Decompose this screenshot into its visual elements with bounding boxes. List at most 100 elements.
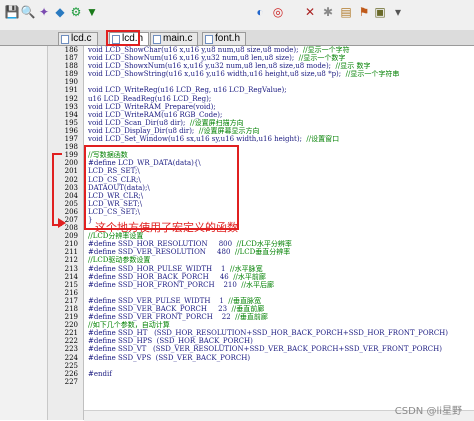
code-comment: //垂直前廊 (231, 305, 265, 313)
line-number: 215 (64, 280, 78, 289)
code-line[interactable]: 196 void LCD_Display_Dir(u8 dir); //设置屏幕显… (48, 127, 474, 135)
code-statement: #define SSD_HT (SSD_HOR_RESOLUTION+SSD_H… (88, 329, 449, 338)
code-line[interactable]: 192 u16 LCD_ReadReg(u16 LCD_Reg); (48, 95, 474, 103)
code-line[interactable]: 219 #define SSD_VER_FRONT_PORCH 22 //垂直前廊 (48, 313, 474, 321)
code-comment: //显示一个字符 (302, 46, 350, 54)
code-line[interactable]: 222 #define SSD_HPS (SSD_HOR_BACK_PORCH) (48, 337, 474, 345)
code-text: void LCD_Display_Dir(u8 dir); //设置屏幕显示方向 (88, 127, 259, 135)
code-text: #define SSD_VPS (SSD_VER_BACK_PORCH) (88, 354, 250, 362)
code-text: void LCD_Scan_Dir(u8 dir); //设置屏扫描方向 (88, 119, 244, 127)
code-text: void LCD_WriteReg(u16 LCD_Reg, u16 LCD_R… (88, 86, 287, 94)
code-comment: //水平后廊 (241, 280, 275, 289)
line-number: 222 (64, 337, 78, 346)
line-number: 186 (64, 46, 78, 54)
line-number: 210 (64, 240, 78, 249)
code-line[interactable]: 225 (48, 362, 474, 370)
code-line[interactable]: 190 (48, 78, 474, 86)
target-icon[interactable]: ◎ (270, 4, 286, 20)
code-statement: u16 LCD_ReadReg(u16 LCD_Reg); (88, 94, 212, 103)
code-line[interactable]: 215 #define SSD_HOR_FRONT_PORCH 210 //水平后… (48, 281, 474, 289)
file-icon (153, 34, 161, 44)
code-line[interactable]: 195 void LCD_Scan_Dir(u8 dir); //设置屏扫描方向 (48, 119, 474, 127)
code-line[interactable]: 227 (48, 378, 474, 386)
find-icon[interactable]: 🔍 (20, 4, 36, 20)
code-comment: //显示一个字符串 (345, 70, 400, 79)
code-line[interactable]: 226 #endif (48, 370, 474, 378)
x-icon[interactable]: ✕ (302, 4, 318, 20)
line-number: 209 (64, 232, 78, 241)
line-number: 198 (64, 143, 78, 152)
code-text: #define SSD_VER_BACK_PORCH 23 //垂直前廊 (88, 305, 264, 313)
code-statement: #define SSD_VER_BACK_PORCH 23 (88, 305, 228, 313)
line-number: 216 (64, 288, 78, 297)
wand-icon[interactable]: ✦ (36, 4, 52, 20)
tab-label: main.c (163, 33, 193, 44)
code-line[interactable]: 214 #define SSD_HOR_BACK_PORCH 46 //水平前廊 (48, 273, 474, 281)
code-line[interactable]: 197 void LCD_Set_Window(u16 sx,u16 sy,u16… (48, 135, 474, 143)
code-line[interactable]: 189 void LCD_ShowString(u16 x,u16 y,u16 w… (48, 70, 474, 78)
code-line[interactable]: 191 void LCD_WriteReg(u16 LCD_Reg, u16 LC… (48, 86, 474, 94)
code-statement: #define SSD_VER_PULSE_WIDTH 1 (88, 296, 224, 305)
book-icon[interactable]: ▣ (372, 4, 388, 20)
code-line[interactable]: 186 void LCD_ShowChar(u16 x,u16 y,u8 num,… (48, 46, 474, 54)
code-line[interactable]: 213 #define SSD_HOR_PULSE_WIDTH 1 //水平脉宽 (48, 265, 474, 273)
code-line[interactable]: 216 (48, 289, 474, 297)
debug-icon[interactable]: ◐ (252, 4, 268, 20)
code-statement: void LCD_ShowChar(u16 x,u16 y,u8 num,u8 … (88, 46, 299, 54)
cog-icon[interactable]: ✱ (320, 4, 336, 20)
code-statement: void LCD_Scan_Dir(u8 dir); (88, 118, 186, 127)
code-line[interactable]: 224 #define SSD_VPS (SSD_VER_BACK_PORCH) (48, 354, 474, 362)
active-tab-highlight (106, 30, 140, 46)
code-statement: void LCD_WriteReg(u16 LCD_Reg, u16 LCD_R… (88, 86, 287, 95)
code-text: #define SSD_HOR_FRONT_PORCH 210 //水平后廊 (88, 281, 274, 289)
code-line[interactable]: 187 void LCD_ShowNum(u16 x,u16 y,u32 num,… (48, 54, 474, 62)
line-number: 189 (64, 70, 78, 79)
code-line[interactable]: 217 #define SSD_VER_PULSE_WIDTH 1 //垂直脉宽 (48, 297, 474, 305)
file-icon (205, 34, 213, 44)
diamond-icon[interactable]: ◆ (52, 4, 68, 20)
more-icon[interactable]: ▾ (390, 4, 406, 20)
code-line[interactable]: 193 void LCD_WriteRAM_Prepare(void); (48, 103, 474, 111)
macro-highlight-box (84, 145, 239, 230)
line-number: 226 (64, 369, 78, 378)
line-number: 188 (64, 62, 78, 71)
line-number: 219 (64, 313, 78, 322)
file-icon (61, 34, 69, 44)
code-text: #define SSD_VER_PULSE_WIDTH 1 //垂直脉宽 (88, 297, 261, 305)
code-line[interactable]: 194 void LCD_WriteRAM(u16 RGB_Code); (48, 111, 474, 119)
code-text: #endif (88, 370, 112, 378)
line-number: 225 (64, 361, 78, 370)
code-line[interactable]: 221 #define SSD_HT (SSD_HOR_RESOLUTION+SS… (48, 329, 474, 337)
code-line[interactable]: 220 //如下几个参数，自动计算 (48, 321, 474, 329)
build-icon[interactable]: ⚙ (68, 4, 84, 20)
flag-icon[interactable]: ⚑ (356, 4, 372, 20)
code-comment: //水平脉宽 (229, 264, 263, 273)
line-number: 224 (64, 353, 78, 362)
code-comment: //垂直前廊 (235, 313, 268, 322)
save-icon[interactable]: 💾 (4, 4, 20, 20)
code-comment: //设置窗口 (306, 135, 340, 144)
code-text: #define SSD_VER_FRONT_PORCH 22 //垂直前廊 (88, 313, 268, 321)
code-line[interactable]: 212 //LCD驱动参数设置 (48, 256, 474, 264)
code-statement: void LCD_ShowString(u16 x,u16 y,u16 widt… (88, 70, 342, 79)
code-text: #define SSD_HT (SSD_HOR_RESOLUTION+SSD_H… (88, 329, 448, 337)
annotation-arrow-icon (58, 218, 66, 228)
code-comment: //水平前廊 (233, 272, 266, 281)
line-number: 194 (64, 110, 78, 119)
stack-icon[interactable]: ▤ (338, 4, 354, 20)
code-text: #define SSD_HOR_BACK_PORCH 46 //水平前廊 (88, 273, 266, 281)
load-icon[interactable]: ▼ (84, 4, 100, 20)
tab-lcd-c[interactable]: lcd.c (58, 32, 98, 45)
code-comment: //显示 数字 (335, 62, 371, 71)
code-line[interactable]: 223 #define SSD_VT (SSD_VER_RESOLUTION+SS… (48, 345, 474, 353)
code-text: void LCD_Set_Window(u16 sx,u16 sy,u16 wi… (88, 135, 339, 143)
code-line[interactable]: 218 #define SSD_VER_BACK_PORCH 23 //垂直前廊 (48, 305, 474, 313)
tab-main-c[interactable]: main.c (150, 32, 199, 45)
code-statement: void LCD_WriteRAM_Prepare(void); (88, 102, 216, 111)
tab-font-h[interactable]: font.h (202, 32, 247, 45)
code-statement: void LCD_ShowNum(u16 x,u16 y,u32 num,u8 … (88, 54, 295, 63)
annotation-text: 这个地方使用了宏定义的函数 (95, 221, 238, 234)
code-comment: //LCD垂直分辨率 (234, 248, 291, 257)
code-text: void LCD_ShowChar(u16 x,u16 y,u8 num,u8 … (88, 46, 350, 54)
line-number: 213 (64, 264, 78, 273)
